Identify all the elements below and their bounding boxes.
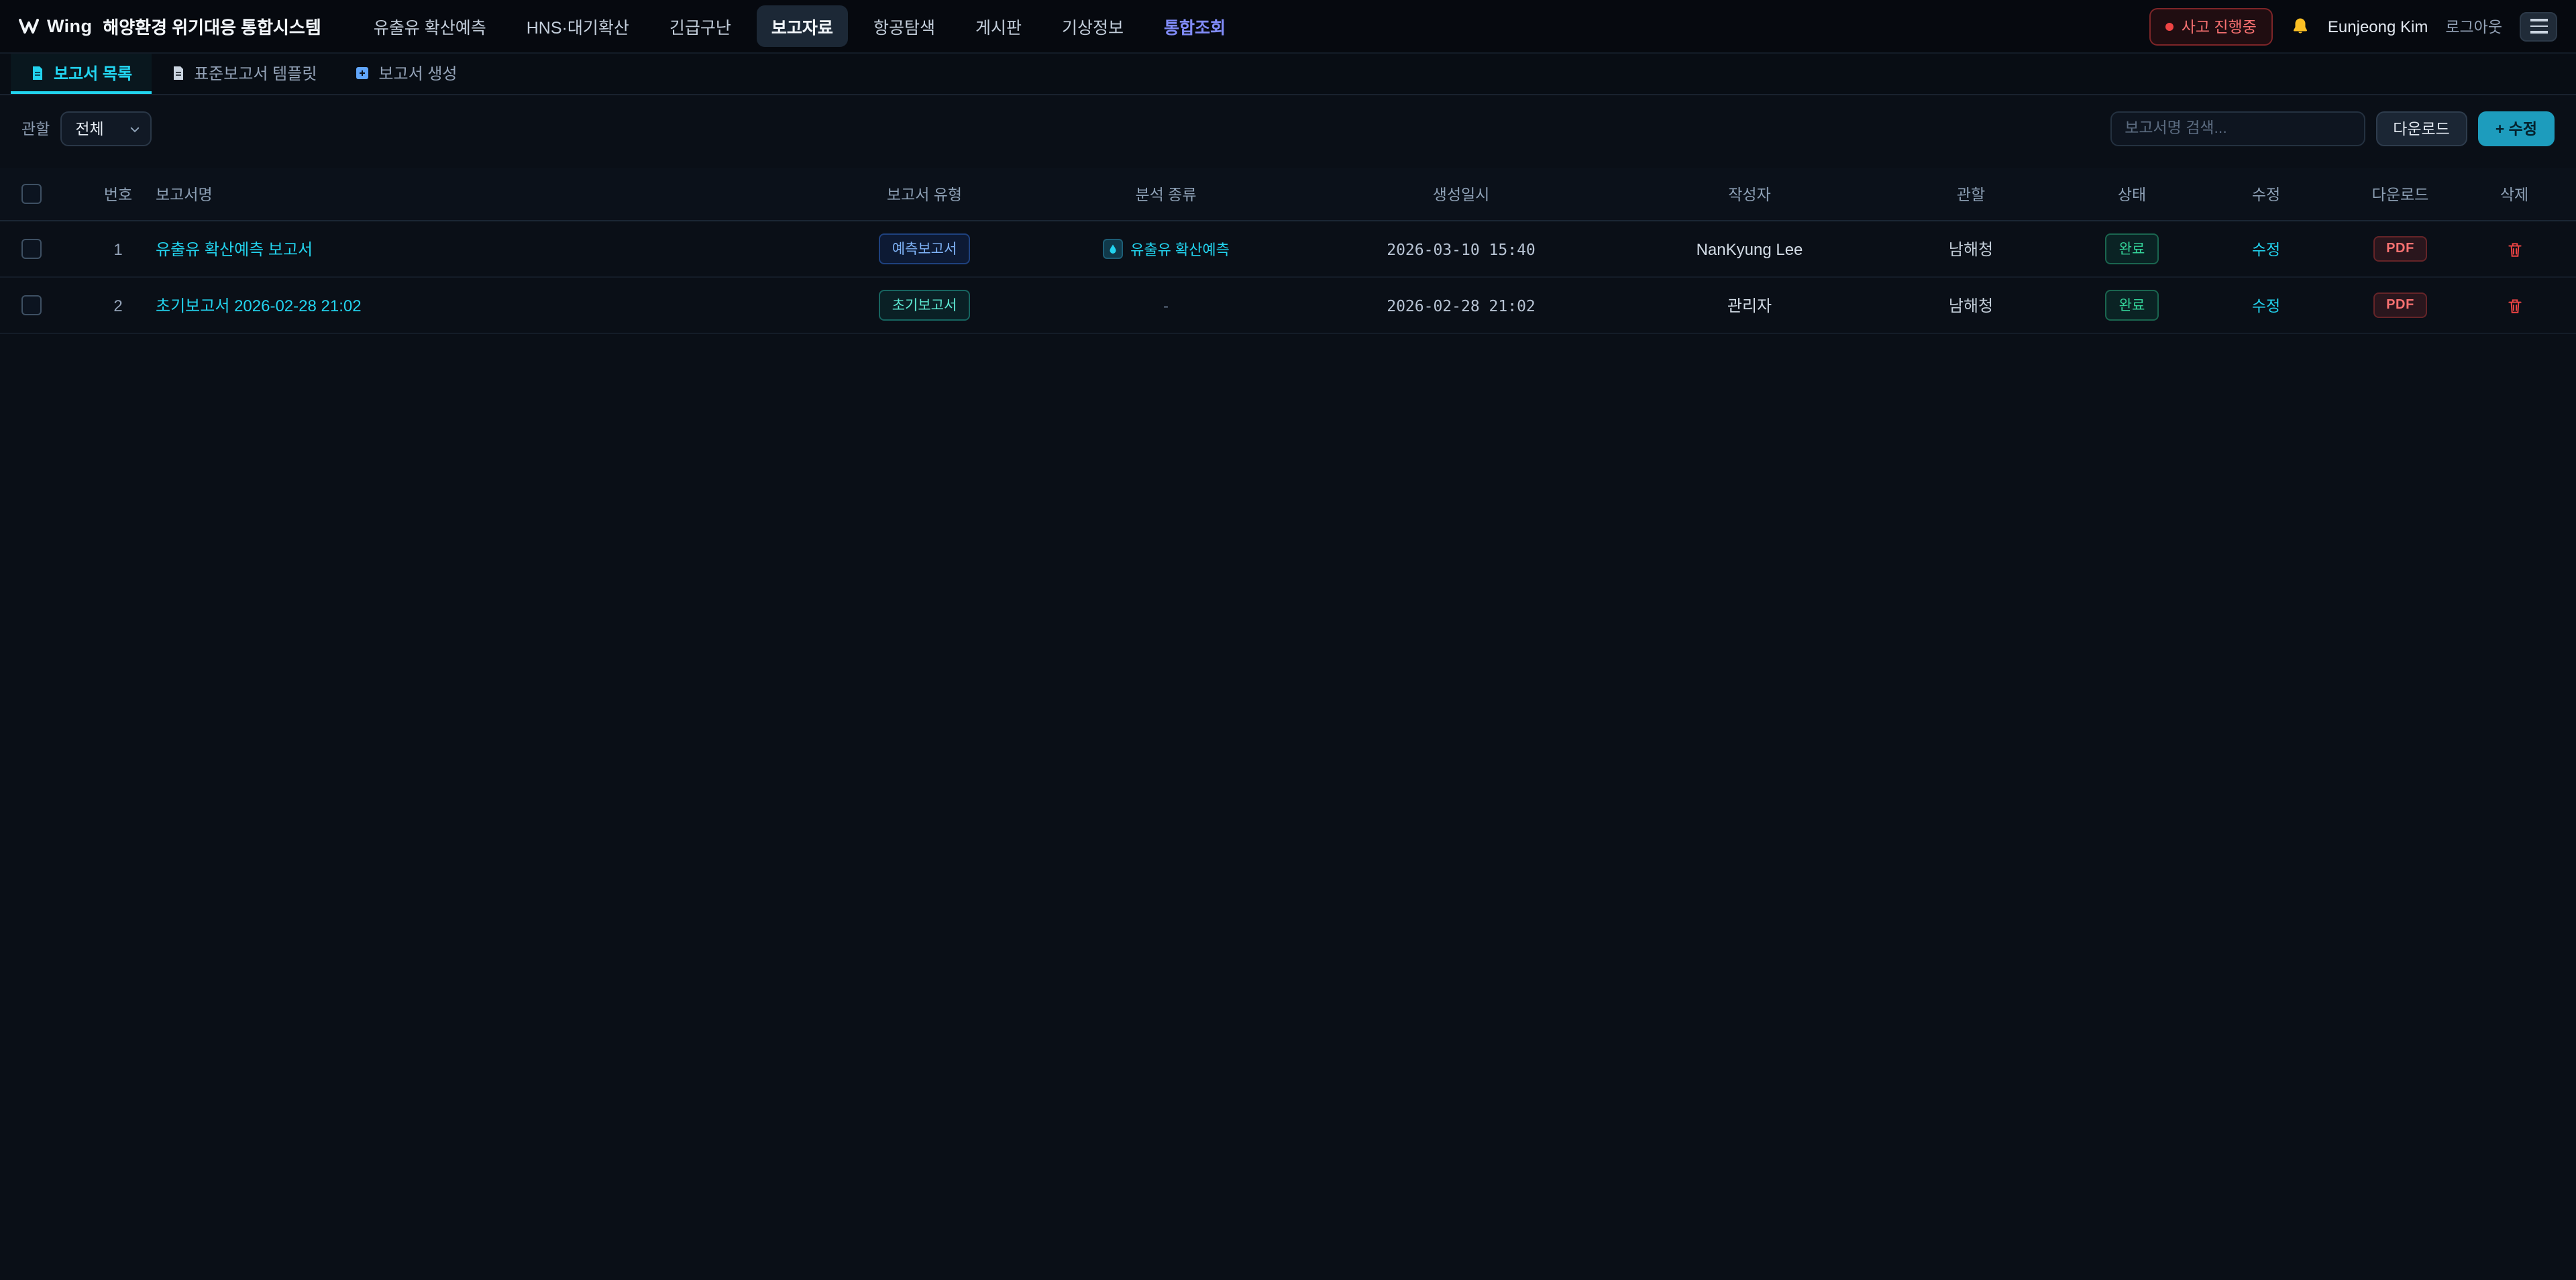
header-num: 번호 xyxy=(80,183,156,205)
row-num: 2 xyxy=(80,296,156,315)
nav-item-weather[interactable]: 기상정보 xyxy=(1047,5,1138,47)
create-button[interactable]: + 수정 xyxy=(2478,111,2555,146)
download-button[interactable]: 다운로드 xyxy=(2375,111,2467,146)
created-at: 2026-03-10 15:40 xyxy=(1387,239,1536,258)
header-delete: 삭제 xyxy=(2474,183,2555,205)
nav-right: 사고 진행중 Eunjeong Kim 로그아웃 xyxy=(2149,7,2557,45)
jurisdiction: 남해청 xyxy=(1949,237,1993,260)
edit-link[interactable]: 수정 xyxy=(2252,295,2280,316)
incident-badge-label: 사고 진행중 xyxy=(2182,15,2257,37)
report-type-badge: 초기보고서 xyxy=(879,290,971,321)
app-root: Wing 해양환경 위기대응 통합시스템 유출유 확산예측 HNS·대기확산 긴… xyxy=(0,0,2576,1280)
wing-logo-icon xyxy=(19,17,39,35)
nav-item-hns[interactable]: HNS·대기확산 xyxy=(512,5,644,47)
report-tabbar: 보고서 목록 표준보고서 템플릿 보고서 생성 xyxy=(0,54,2576,95)
table-header-row: 번호 보고서명 보고서 유형 분석 종류 생성일시 작성자 관할 상태 수정 다… xyxy=(0,168,2576,221)
jurisdiction-select[interactable]: 전체 xyxy=(60,111,152,146)
nav-item-board[interactable]: 게시판 xyxy=(961,5,1036,47)
chevron-down-icon xyxy=(129,123,141,140)
incident-status-badge: 사고 진행중 xyxy=(2149,7,2273,45)
incident-dot-icon xyxy=(2165,22,2174,30)
tab-report-create[interactable]: 보고서 생성 xyxy=(335,54,476,94)
droplet-icon xyxy=(1102,239,1122,259)
document-icon xyxy=(30,64,46,81)
hamburger-menu-icon[interactable] xyxy=(2520,11,2557,41)
top-nav: Wing 해양환경 위기대응 통합시스템 유출유 확산예측 HNS·대기확산 긴… xyxy=(0,0,2576,54)
author: NanKyung Lee xyxy=(1697,239,1803,258)
pdf-download-badge[interactable]: PDF xyxy=(2373,236,2428,262)
nav-item-rescue[interactable]: 긴급구난 xyxy=(655,5,746,47)
document-icon xyxy=(170,64,186,81)
header-created: 생성일시 xyxy=(1307,183,1615,205)
logout-button[interactable]: 로그아웃 xyxy=(2445,15,2502,37)
status-badge: 완료 xyxy=(2106,233,2159,264)
tab-report-template[interactable]: 표준보고서 템플릿 xyxy=(151,54,335,94)
report-name-link[interactable]: 유출유 확산예측 보고서 xyxy=(156,237,313,260)
jurisdiction-label: 관할 xyxy=(21,118,50,140)
table-row: 1 유출유 확산예측 보고서 예측보고서 유출유 확산예측 2026-03-10… xyxy=(0,221,2576,278)
trash-icon[interactable] xyxy=(2506,296,2523,315)
report-name-link[interactable]: 초기보고서 2026-02-28 21:02 xyxy=(156,294,362,317)
tab-report-create-label: 보고서 생성 xyxy=(378,61,457,84)
tab-report-list[interactable]: 보고서 목록 xyxy=(11,54,151,94)
table-row: 2 초기보고서 2026-02-28 21:02 초기보고서 - 2026-02… xyxy=(0,278,2576,334)
author: 관리자 xyxy=(1727,294,1772,317)
header-download: 다운로드 xyxy=(2326,183,2474,205)
row-checkbox[interactable] xyxy=(21,295,42,315)
header-type: 보고서 유형 xyxy=(824,183,1025,205)
status-badge: 완료 xyxy=(2106,290,2159,321)
row-num: 1 xyxy=(80,239,156,258)
nav-item-reports[interactable]: 보고자료 xyxy=(757,5,848,47)
analysis-type: - xyxy=(1163,296,1169,315)
analysis-type: 유출유 확산예측 xyxy=(1102,238,1230,260)
select-all-checkbox[interactable] xyxy=(21,184,42,204)
edit-link[interactable]: 수정 xyxy=(2252,238,2280,260)
created-at: 2026-02-28 21:02 xyxy=(1387,296,1536,315)
document-plus-icon xyxy=(354,64,370,81)
brand: Wing 해양환경 위기대응 통합시스템 xyxy=(19,13,321,39)
trash-icon[interactable] xyxy=(2506,239,2523,258)
tab-report-list-label: 보고서 목록 xyxy=(54,61,132,84)
main-menu: 유출유 확산예측 HNS·대기확산 긴급구난 보고자료 항공탐색 게시판 기상정… xyxy=(359,5,1240,47)
header-status: 상태 xyxy=(2058,183,2206,205)
report-table: 번호 보고서명 보고서 유형 분석 종류 생성일시 작성자 관할 상태 수정 다… xyxy=(0,168,2576,334)
header-name: 보고서명 xyxy=(156,183,824,205)
bell-icon[interactable] xyxy=(2290,15,2310,37)
report-type-badge: 예측보고서 xyxy=(879,233,971,264)
header-jurisdiction: 관할 xyxy=(1884,183,2058,205)
user-name: Eunjeong Kim xyxy=(2328,17,2428,36)
row-checkbox[interactable] xyxy=(21,239,42,259)
jurisdiction-select-value: 전체 xyxy=(75,118,103,140)
search-input[interactable] xyxy=(2110,111,2365,146)
nav-item-oil-spill[interactable]: 유출유 확산예측 xyxy=(359,5,501,47)
tab-report-template-label: 표준보고서 템플릿 xyxy=(194,61,317,84)
nav-item-aerial-search[interactable]: 항공탐색 xyxy=(859,5,950,47)
filter-toolbar: 관할 전체 다운로드 + 수정 xyxy=(0,95,2576,160)
header-author: 작성자 xyxy=(1615,183,1884,205)
header-analysis: 분석 종류 xyxy=(1025,183,1307,205)
app-title: 해양환경 위기대응 통합시스템 xyxy=(103,13,321,39)
analysis-type-label: 유출유 확산예측 xyxy=(1130,238,1230,260)
header-edit: 수정 xyxy=(2206,183,2326,205)
brand-name: Wing xyxy=(47,16,92,36)
nav-item-integrated-search[interactable]: 통합조회 xyxy=(1149,5,1240,47)
jurisdiction: 남해청 xyxy=(1949,294,1993,317)
pdf-download-badge[interactable]: PDF xyxy=(2373,292,2428,318)
